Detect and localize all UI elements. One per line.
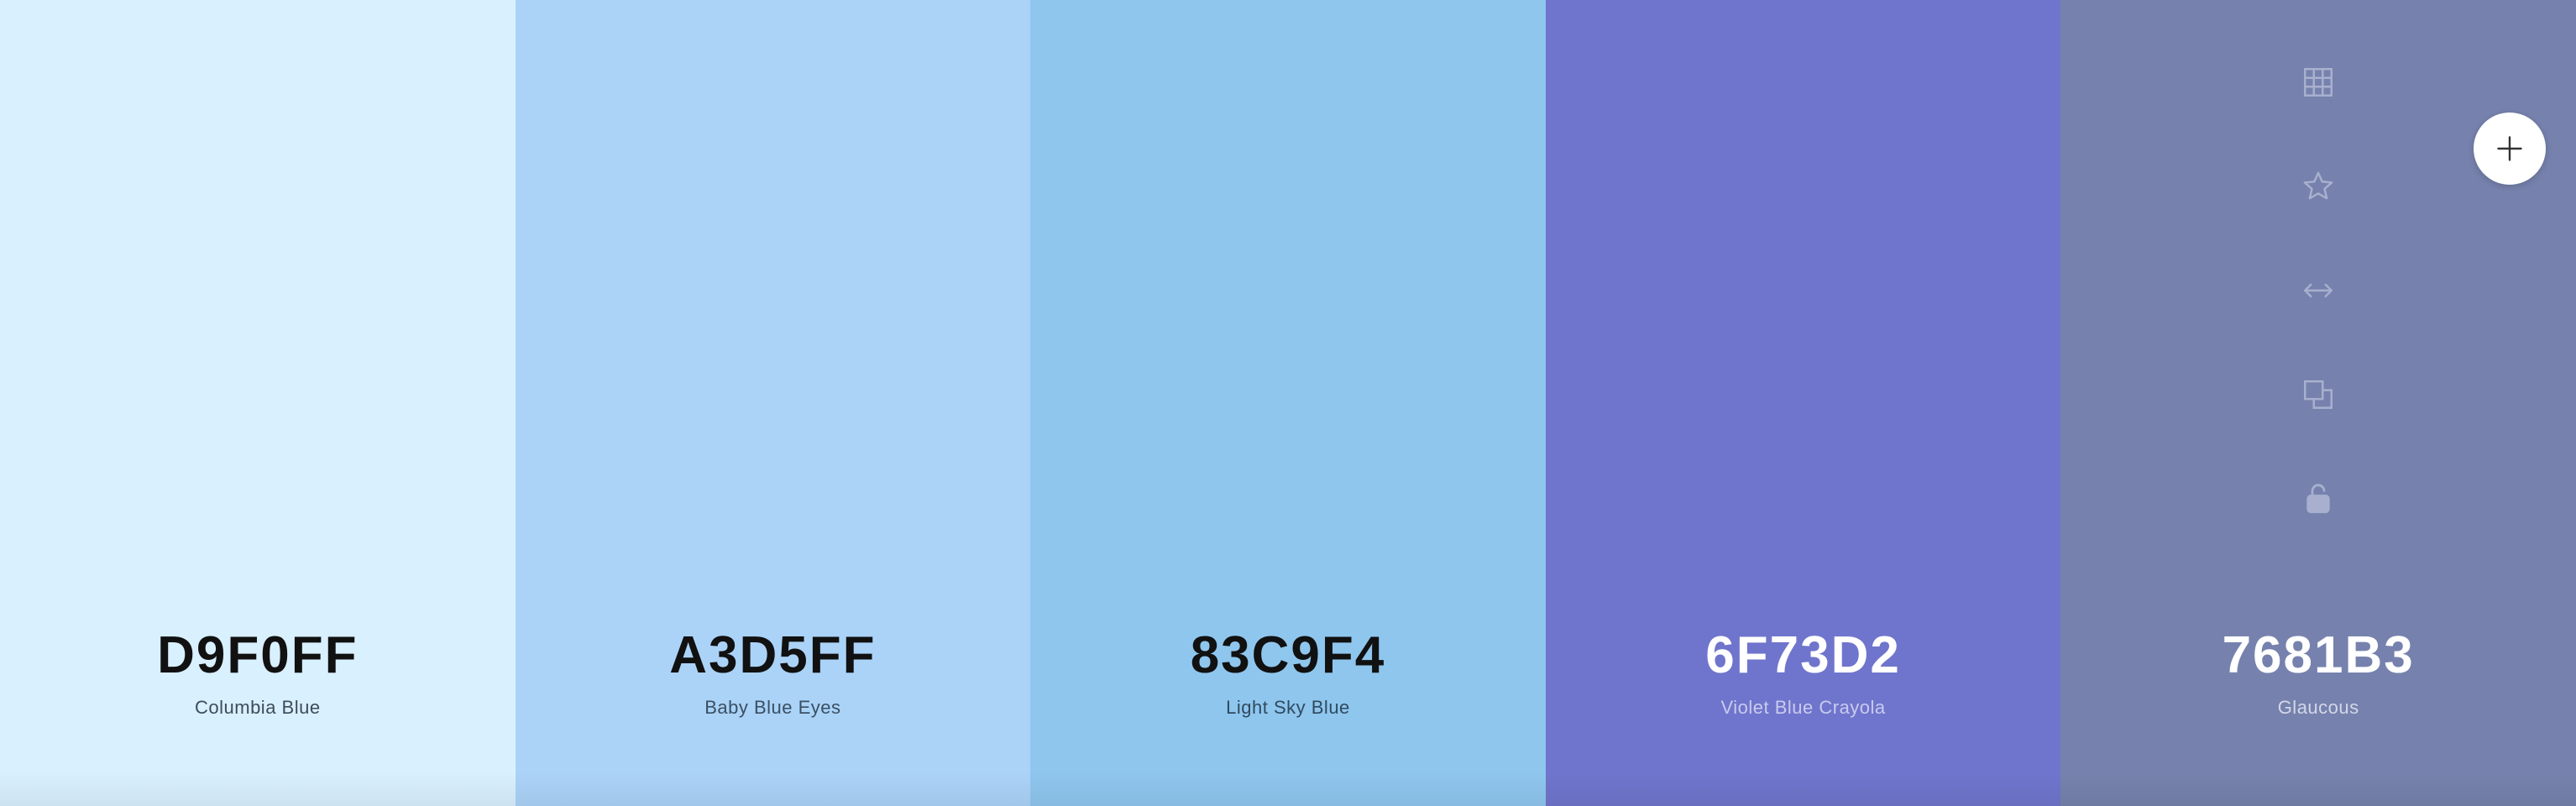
swatch-2[interactable]: A3D5FF Baby Blue Eyes [515,0,1031,806]
swatch-color-name[interactable]: Baby Blue Eyes [516,699,1031,717]
swatch-hex[interactable]: 7681B3 [2060,630,2576,682]
copy-icon [2304,380,2333,409]
swatch-hex[interactable]: 83C9F4 [1030,630,1546,682]
swatch-hex[interactable]: A3D5FF [516,630,1031,682]
swatch-4[interactable]: 6F73D2 Violet Blue Crayola [1545,0,2061,806]
add-color-button[interactable] [2474,113,2546,185]
palette: D9F0FF Columbia Blue A3D5FF Baby Blue Ey… [0,0,2576,806]
drag-button[interactable] [2295,267,2342,314]
swatch-info: D9F0FF Columbia Blue [0,604,516,806]
swatch-color-name[interactable]: Light Sky Blue [1030,699,1546,717]
swatch-info: 6F73D2 Violet Blue Crayola [1546,604,2061,806]
copy-hex-button[interactable] [2295,371,2342,418]
toggle-lock-button[interactable] [2295,475,2342,522]
swatch-color-name[interactable]: Violet Blue Crayola [1546,699,2061,717]
grid-icon [2304,68,2333,97]
unlock-icon [2306,484,2330,514]
swatch-hex[interactable]: 6F73D2 [1546,630,2061,682]
save-color-button[interactable] [2295,163,2342,210]
swatch-info: A3D5FF Baby Blue Eyes [516,604,1031,806]
plus-icon [2497,136,2522,161]
swatch-hex[interactable]: D9F0FF [0,630,516,682]
swatch-color-name[interactable]: Glaucous [2060,699,2576,717]
swatch-3[interactable]: 83C9F4 Light Sky Blue [1030,0,1546,806]
swatch-color-name[interactable]: Columbia Blue [0,699,516,717]
swatch-info: 7681B3 Glaucous [2060,604,2576,806]
swatch-1[interactable]: D9F0FF Columbia Blue [0,0,516,806]
view-shades-button[interactable] [2295,59,2342,106]
star-icon [2303,171,2333,200]
drag-arrows-icon [2304,283,2333,298]
swatch-info: 83C9F4 Light Sky Blue [1030,604,1546,806]
